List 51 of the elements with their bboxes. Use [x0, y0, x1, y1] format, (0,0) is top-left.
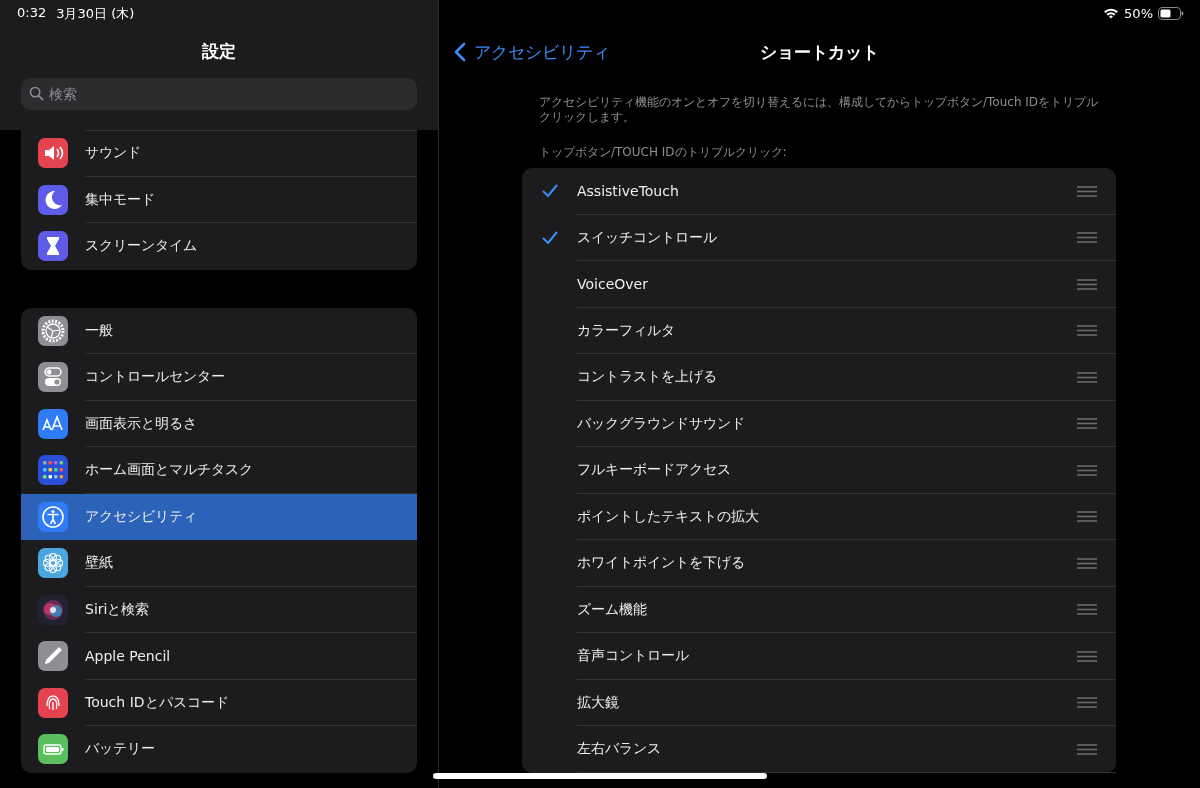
settings-item[interactable]: アクセシビリティ [21, 493, 417, 540]
shortcut-item[interactable]: ホワイトポイントを下げる [522, 540, 1116, 587]
reorder-handle-icon[interactable] [1077, 278, 1097, 290]
reorder-handle-icon[interactable] [1077, 371, 1097, 383]
shortcut-item[interactable]: 左右バランス [522, 726, 1116, 773]
reorder-handle-icon[interactable] [1077, 557, 1097, 569]
shortcut-item[interactable]: コントラストを上げる [522, 354, 1116, 401]
settings-item[interactable]: スクリーンタイム [21, 223, 417, 270]
shortcut-item[interactable]: AssistiveTouch [522, 168, 1116, 215]
back-button[interactable]: アクセシビリティ [439, 40, 610, 64]
settings-item[interactable]: サウンド [21, 130, 417, 177]
reorder-handle-icon[interactable] [1077, 464, 1097, 476]
page-title: ショートカット [759, 40, 880, 64]
shortcut-item[interactable]: VoiceOver [522, 261, 1116, 308]
settings-item[interactable]: ホーム画面とマルチタスク [21, 447, 417, 494]
settings-item[interactable]: バッテリー [21, 726, 417, 773]
battery-icon [1158, 6, 1184, 20]
shortcut-item[interactable]: バックグラウンドサウンド [522, 400, 1116, 447]
settings-item[interactable]: 一般 [21, 307, 417, 354]
reorder-handle-icon[interactable] [1077, 232, 1097, 244]
settings-item[interactable]: Siriと検索 [21, 586, 417, 633]
shortcut-item[interactable]: ズーム機能 [522, 586, 1116, 633]
shortcut-item[interactable]: スイッチコントロール [522, 214, 1116, 261]
settings-item[interactable]: 画面表示と明るさ [21, 400, 417, 447]
status-date: 3月30日 (木) [56, 5, 135, 23]
battery-percent: 50% [1124, 5, 1153, 21]
shortcut-item[interactable]: カラーフィルタ [522, 307, 1116, 354]
settings-item[interactable]: Apple Pencil [21, 633, 417, 680]
reorder-handle-icon[interactable] [1077, 743, 1097, 755]
shortcut-item[interactable]: フルキーボードアクセス [522, 447, 1116, 494]
reorder-handle-icon[interactable] [1077, 604, 1097, 616]
reorder-handle-icon[interactable] [1077, 650, 1097, 662]
shortcut-item[interactable]: ポイントしたテキストの拡大 [522, 493, 1116, 540]
status-time: 0:32 [17, 5, 47, 22]
reorder-handle-icon[interactable] [1077, 418, 1097, 430]
reorder-handle-icon[interactable] [1077, 697, 1097, 709]
settings-item[interactable]: 集中モード [21, 176, 417, 223]
reorder-handle-icon[interactable] [1077, 185, 1097, 197]
description-text: アクセシビリティ機能のオンとオフを切り替えるには、構成してからトップボタン/Touch IDをトリプルクリックします。 [538, 95, 1100, 125]
section-header: トップボタン/TOUCH IDのトリプルクリック: [538, 144, 788, 161]
wifi-icon [1103, 7, 1120, 19]
chevron-left-icon [454, 42, 466, 62]
settings-item[interactable]: 壁紙 [21, 540, 417, 587]
settings-item[interactable]: Touch IDとパスコード [21, 679, 417, 726]
search-field[interactable]: 検索 [21, 78, 417, 110]
settings-item[interactable]: コントロールセンター [21, 354, 417, 401]
reorder-handle-icon[interactable] [1077, 325, 1097, 337]
shortcut-item[interactable]: 音声コントロール [522, 633, 1116, 680]
sidebar-title: 設定 [201, 40, 237, 63]
shortcut-item[interactable]: 拡大鏡 [522, 679, 1116, 726]
reorder-handle-icon[interactable] [1077, 511, 1097, 523]
